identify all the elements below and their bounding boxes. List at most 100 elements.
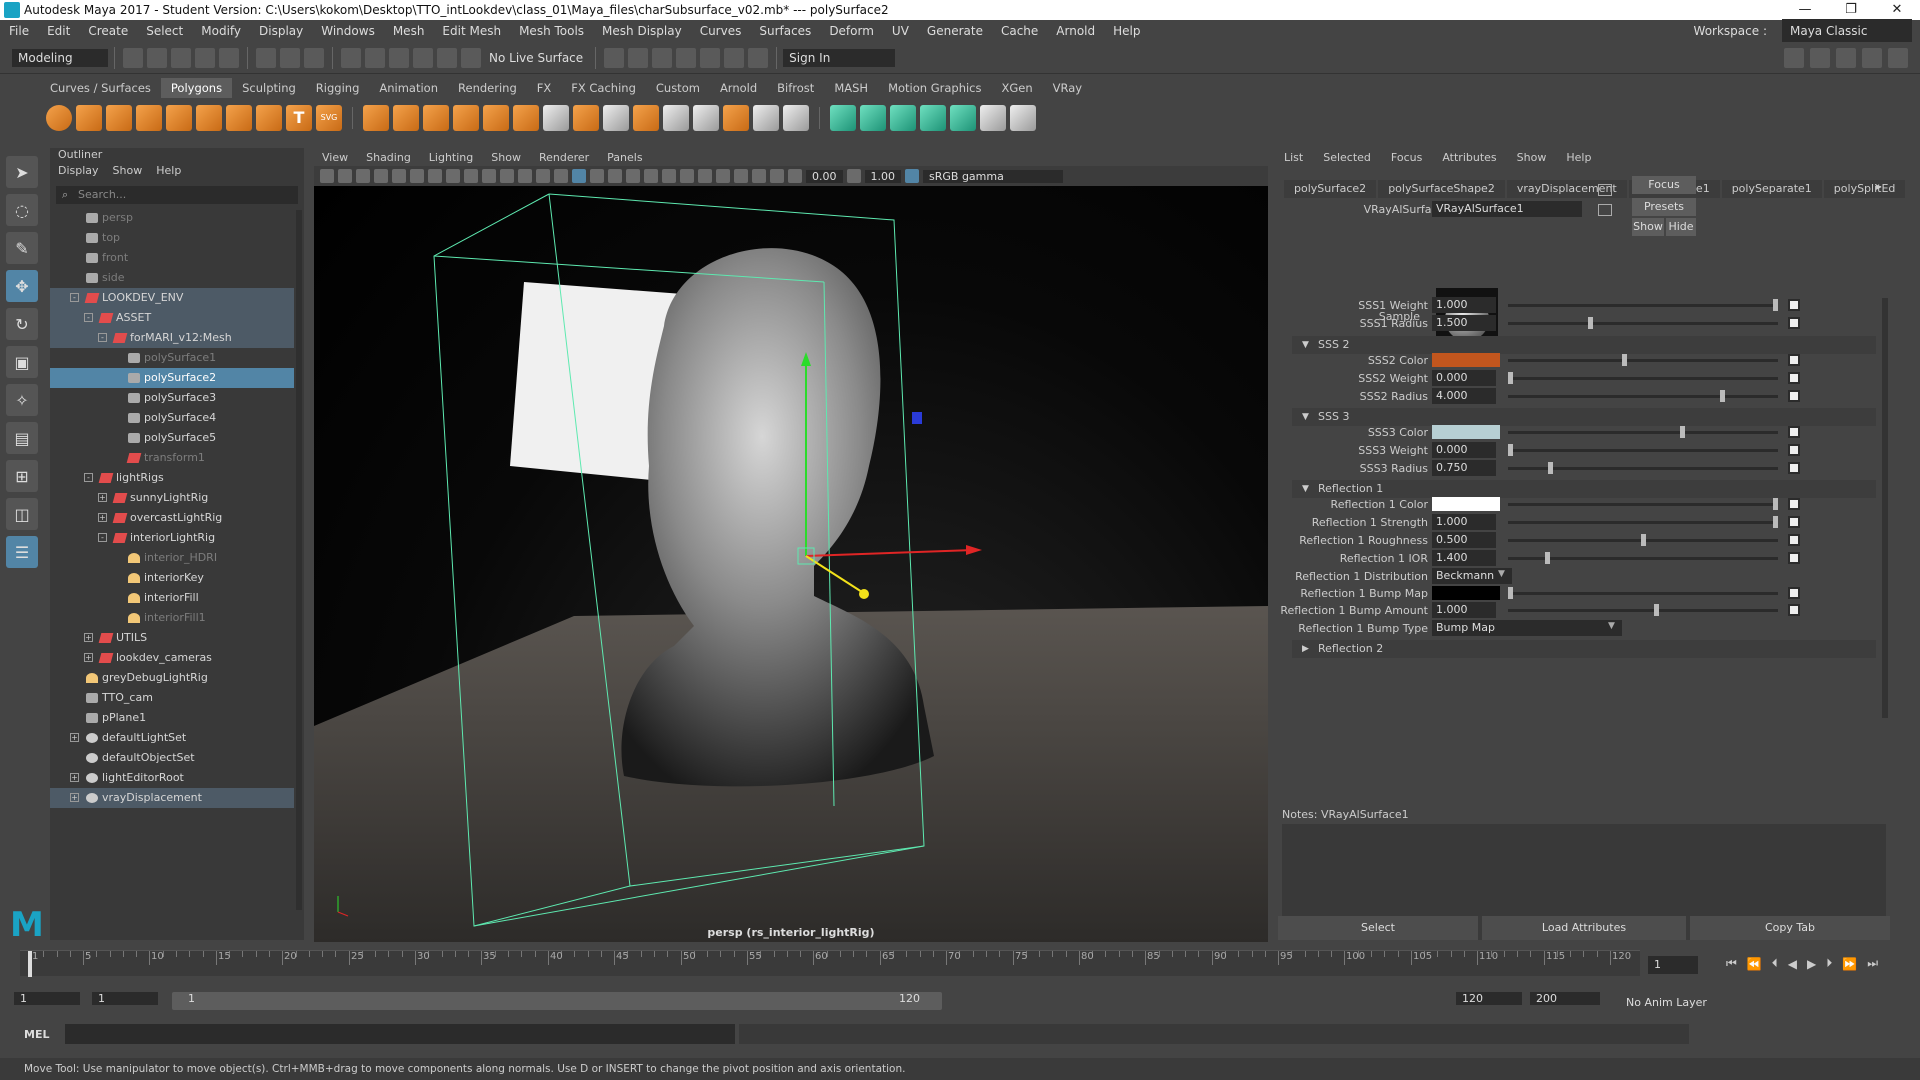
outliner-row[interactable]: + UTILS xyxy=(50,628,294,648)
copy-tab-button[interactable]: Copy Tab xyxy=(1690,916,1890,940)
boolean-icon[interactable] xyxy=(453,105,479,131)
menu-display[interactable]: Display xyxy=(250,20,312,42)
gamma-icon[interactable] xyxy=(846,169,861,183)
shelf-tab-bifrost[interactable]: Bifrost xyxy=(767,78,824,98)
reflection1-roughness-map-icon[interactable] xyxy=(1788,534,1800,546)
snap-point-icon[interactable] xyxy=(389,47,409,68)
move-manip-x-arrow[interactable] xyxy=(966,545,982,555)
bevel-icon[interactable] xyxy=(573,105,599,131)
shadows-icon[interactable] xyxy=(644,169,658,183)
viewport-menu-lighting[interactable]: Lighting xyxy=(429,151,473,164)
focus-button[interactable]: Focus xyxy=(1632,176,1696,194)
outliner-row[interactable]: polySurface2 xyxy=(50,368,294,388)
tabs-scroll-right-icon[interactable]: ▸ xyxy=(1876,180,1882,193)
redo-icon[interactable] xyxy=(219,47,239,68)
last-tool-icon[interactable]: ✧ xyxy=(6,384,38,416)
sss1-radius-slider-handle[interactable] xyxy=(1588,317,1593,329)
expand-icon[interactable]: + xyxy=(84,653,93,662)
viewport-menu-show[interactable]: Show xyxy=(491,151,521,164)
reflection1-ior-slider-handle[interactable] xyxy=(1545,552,1550,564)
menu-generate[interactable]: Generate xyxy=(918,20,992,42)
reflection1-bump-map-map-icon[interactable] xyxy=(1788,587,1800,599)
menu-cache[interactable]: Cache xyxy=(992,20,1047,42)
menu-mesh-tools[interactable]: Mesh Tools xyxy=(510,20,593,42)
sss2-section[interactable]: ▼ SSS 2 xyxy=(1292,336,1876,354)
outliner-row[interactable]: greyDebugLightRig xyxy=(50,668,294,688)
reflection1-bump-map-slider-handle[interactable] xyxy=(1508,587,1513,599)
outliner-row[interactable]: + overcastLightRig xyxy=(50,508,294,528)
3d-viewport[interactable]: persp (rs_interior_lightRig) xyxy=(314,186,1268,942)
menu-deform[interactable]: Deform xyxy=(820,20,883,42)
ae-menu-help[interactable]: Help xyxy=(1566,151,1591,164)
expand-icon[interactable]: + xyxy=(70,773,79,782)
shelf-tab-fx-caching[interactable]: FX Caching xyxy=(561,78,646,98)
ae-tab-polysurface2[interactable]: polySurface2 xyxy=(1284,180,1377,198)
film-gate-icon[interactable] xyxy=(446,169,460,183)
reflection1-bump-amount-slider-handle[interactable] xyxy=(1654,604,1659,616)
outliner-row[interactable]: front xyxy=(50,248,294,268)
anim-layer-select[interactable]: No Anim Layer xyxy=(1626,996,1707,1009)
reflection1-color-slider[interactable] xyxy=(1508,498,1778,510)
sss2-weight-map-icon[interactable] xyxy=(1788,372,1800,384)
sss1-weight-slider-handle[interactable] xyxy=(1773,299,1778,311)
outliner-row[interactable]: - interiorLightRig xyxy=(50,528,294,548)
reflection1-strength-slider[interactable] xyxy=(1508,516,1778,528)
combine-icon[interactable] xyxy=(363,105,389,131)
expand-icon[interactable]: + xyxy=(84,633,93,642)
expand-triangle-icon[interactable]: ▶ xyxy=(1302,640,1309,658)
collapse-icon[interactable]: - xyxy=(84,473,93,482)
menu-surfaces[interactable]: Surfaces xyxy=(750,20,820,42)
smooth-icon[interactable] xyxy=(423,105,449,131)
sss3-radius-slider-handle[interactable] xyxy=(1548,462,1553,474)
move-manip-x-axis[interactable] xyxy=(805,549,975,557)
move-manip-z-handle[interactable] xyxy=(859,589,869,599)
safe-action-icon[interactable] xyxy=(518,169,532,183)
step-back-frame-icon[interactable]: ⏴ xyxy=(1772,956,1778,971)
separate-icon[interactable] xyxy=(393,105,419,131)
snap-surface-icon[interactable] xyxy=(437,47,457,68)
reflection1-bump-map-slider[interactable] xyxy=(1508,587,1778,599)
channel-box-toggle-icon[interactable] xyxy=(1888,47,1908,68)
uv-spherical-icon[interactable] xyxy=(890,105,916,131)
poly-svg-icon[interactable]: SVG xyxy=(316,105,342,131)
collapse-triangle-icon[interactable]: ▼ xyxy=(1302,408,1309,426)
sss2-color-slider-handle[interactable] xyxy=(1622,354,1627,366)
sss2-weight-slider-handle[interactable] xyxy=(1508,372,1513,384)
undo-icon[interactable] xyxy=(195,47,215,68)
textured-icon[interactable] xyxy=(608,169,622,183)
xray-joints-icon[interactable] xyxy=(770,169,784,183)
sss3-color-slider-handle[interactable] xyxy=(1680,426,1685,438)
scene-end-field[interactable]: 200 xyxy=(1530,992,1600,1005)
viewport-menu-shading[interactable]: Shading xyxy=(366,151,411,164)
motion-blur-icon[interactable] xyxy=(680,169,694,183)
expand-icon[interactable]: + xyxy=(98,493,107,502)
range-slider[interactable]: 1 120 xyxy=(172,992,942,1010)
pause-icon[interactable] xyxy=(748,47,769,68)
reflection1-bump-type-field[interactable]: Bump Map xyxy=(1432,620,1622,636)
menu-mesh-display[interactable]: Mesh Display xyxy=(593,20,691,42)
outliner-row[interactable]: TTO_cam xyxy=(50,688,294,708)
wireframe-icon[interactable] xyxy=(554,169,568,183)
outliner-layout-icon[interactable]: ☰ xyxy=(6,536,38,568)
close-button[interactable]: ✕ xyxy=(1874,0,1920,20)
lasso-tool-icon[interactable]: ◌ xyxy=(6,194,38,226)
poly-cube-icon[interactable] xyxy=(76,105,102,131)
rotate-tool-icon[interactable]: ↻ xyxy=(6,308,38,340)
reflection1-bump-map-swatch[interactable] xyxy=(1432,586,1500,600)
ae-menu-show[interactable]: Show xyxy=(1517,151,1547,164)
outliner-row[interactable]: polySurface1 xyxy=(50,348,294,368)
menu-curves[interactable]: Curves xyxy=(691,20,751,42)
select-tool-icon[interactable]: ➤ xyxy=(6,156,38,188)
isolate-select-icon[interactable] xyxy=(734,169,748,183)
poly-cone-icon[interactable] xyxy=(136,105,162,131)
reflection1-section[interactable]: ▼ Reflection 1 xyxy=(1292,480,1876,498)
snap-grid-icon[interactable] xyxy=(341,47,361,68)
outliner-row[interactable]: side xyxy=(50,268,294,288)
2d-pan-zoom-icon[interactable] xyxy=(392,169,406,183)
outliner-row[interactable]: + defaultLightSet xyxy=(50,728,294,748)
show-button[interactable]: Show xyxy=(1632,218,1664,236)
reflection1-roughness-slider-handle[interactable] xyxy=(1641,534,1646,546)
minimize-button[interactable]: — xyxy=(1782,0,1828,20)
sss2-radius-slider[interactable] xyxy=(1508,390,1778,402)
single-perspective-layout-icon[interactable]: ▤ xyxy=(6,422,38,454)
